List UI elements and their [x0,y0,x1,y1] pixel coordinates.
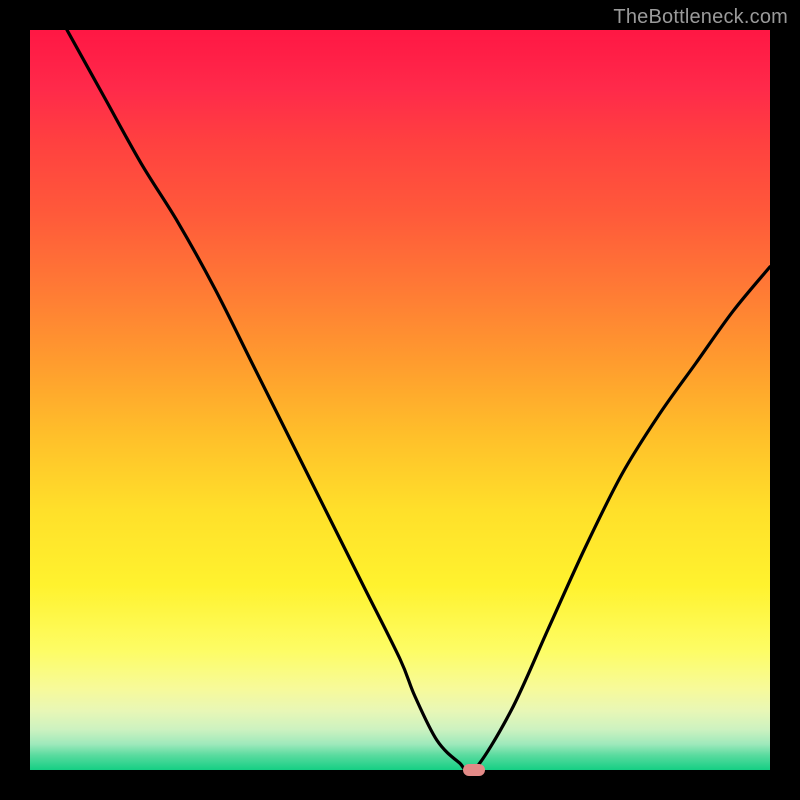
minimum-marker [463,764,485,776]
curve-layer [30,30,770,770]
chart-frame: TheBottleneck.com [0,0,800,800]
watermark-text: TheBottleneck.com [613,6,788,29]
bottleneck-curve [67,30,770,770]
